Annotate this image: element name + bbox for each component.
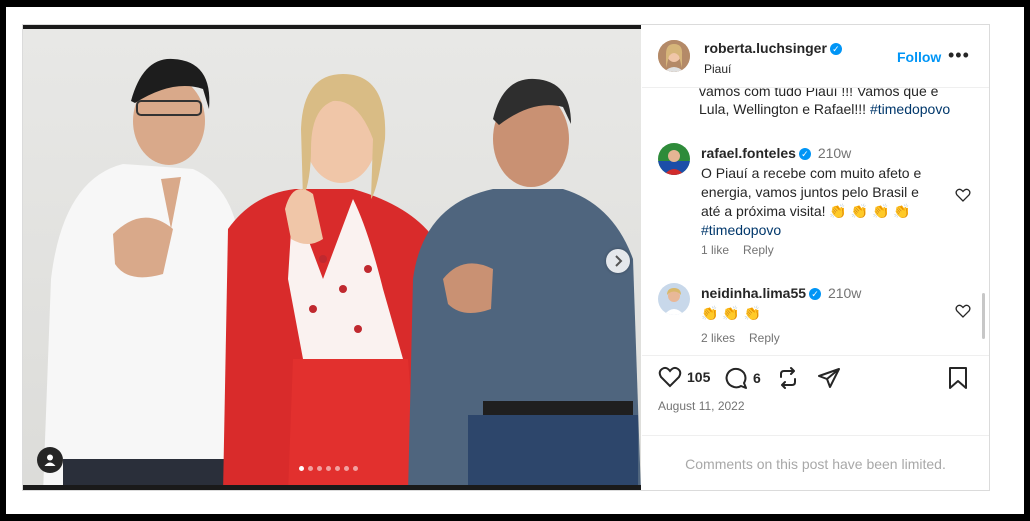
carousel-dot [344,466,349,471]
comment-count: 6 [753,370,761,386]
carousel-dot [299,466,304,471]
comment-button[interactable]: 6 [724,366,761,390]
comment-like-icon[interactable] [955,188,971,202]
bookmark-icon [949,367,967,389]
verified-badge-icon: ✓ [809,288,822,300]
repost-icon [780,367,796,389]
user-icon [44,454,56,466]
save-button[interactable] [948,366,968,390]
like-count: 105 [687,369,711,385]
comment-reply-button[interactable]: Reply [743,243,774,257]
commenter-username[interactable]: neidinha.lima55 [701,285,806,301]
commenter-avatar[interactable] [658,283,690,315]
commenter-username[interactable]: rafael.fonteles [701,145,796,161]
post-media [23,25,641,490]
comment-text: 👏 👏 👏 [701,305,762,321]
carousel-dot [308,466,313,471]
comment-age: 210w [827,285,862,301]
post-date[interactable]: August 11, 2022 [658,399,745,413]
comments-limited-notice: Comments on this post have been limited. [642,435,989,472]
comments-list: vamos com tudo Piauí !!! Vamos que é Lul… [642,88,989,353]
more-options-icon[interactable]: ••• [948,45,970,66]
comment-body: O Piauí a recebe com muito afeto e energ… [701,165,922,219]
share-button[interactable] [817,366,841,390]
post-caption: vamos com tudo Piauí !!! Vamos que é Lul… [699,88,969,118]
post-sidebar: roberta.luchsinger ✓ Piauí Follow ••• vam… [642,25,989,490]
commenter-avatar[interactable] [658,143,690,175]
heart-icon [658,366,682,388]
photo-people [43,58,641,485]
comment-likes[interactable]: 2 likes [701,331,735,345]
comment-hashtag[interactable]: #timedopovo [701,222,781,238]
carousel-dot [353,466,358,471]
author-username[interactable]: roberta.luchsinger [704,40,827,56]
comment-reply-button[interactable]: Reply [749,331,780,345]
comment-meta: 1 like Reply [701,243,788,257]
verified-badge-icon: ✓ [798,148,811,160]
author-avatar[interactable] [658,40,690,72]
carousel-dot [317,466,322,471]
chevron-right-icon [615,255,623,267]
like-button[interactable]: 105 [658,366,710,388]
verified-badge-icon: ✓ [829,43,842,55]
tagged-users-button[interactable] [37,447,63,473]
caption-hashtag[interactable]: #timedopovo [870,101,950,117]
comment-age: 210w [817,145,852,161]
send-icon [818,368,840,388]
instagram-post: roberta.luchsinger ✓ Piauí Follow ••• vam… [22,24,990,491]
comment-text: O Piauí a recebe com muito afeto e energ… [701,164,941,240]
follow-button[interactable]: Follow [897,49,941,65]
comment-icon [725,367,747,389]
carousel-next-button[interactable] [606,249,630,273]
carousel-dot [335,466,340,471]
comment-meta: 2 likes Reply [701,331,794,345]
post-location[interactable]: Piauí [704,62,842,76]
comment-like-icon[interactable] [955,304,971,318]
comment-likes[interactable]: 1 like [701,243,729,257]
comments-scrollbar[interactable] [982,293,985,339]
carousel-dot [326,466,331,471]
repost-button[interactable] [776,366,800,390]
carousel-indicator [299,466,358,471]
post-header: roberta.luchsinger ✓ Piauí Follow ••• [642,25,989,88]
